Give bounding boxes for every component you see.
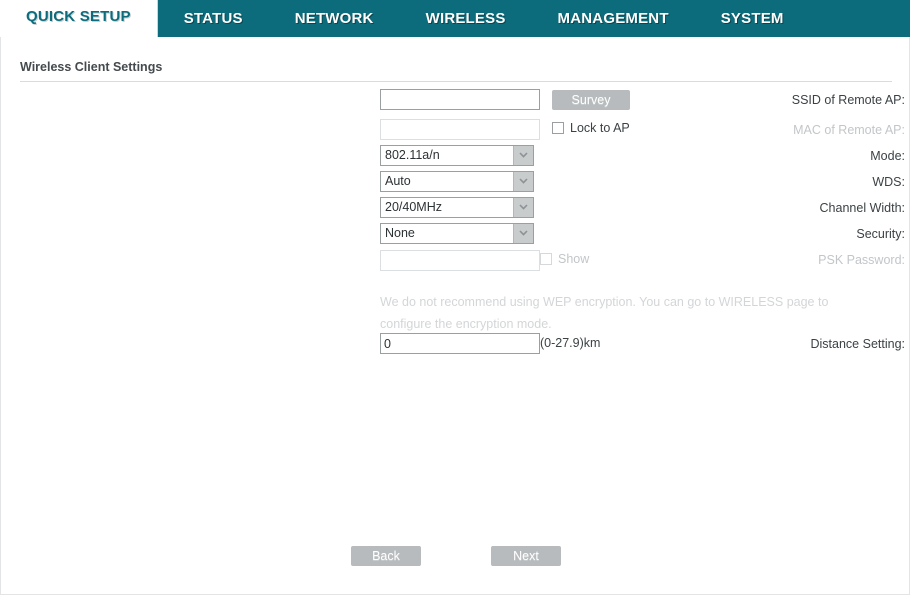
show-password-label: Show [558,252,589,266]
survey-button-label: Survey [572,93,611,107]
tab-wireless-label: WIRELESS [426,10,506,27]
form-row-channel-width: Channel Width: 20/40MHz [1,197,910,223]
channel-width-select[interactable]: 20/40MHz [380,197,534,218]
mode-label: Mode: [537,145,910,167]
channel-width-label: Channel Width: [537,197,910,219]
ssid-input[interactable] [380,89,540,110]
security-label: Security: [537,223,910,245]
tab-management-label: MANAGEMENT [558,10,669,27]
next-button[interactable]: Next [491,546,561,566]
tab-status[interactable]: STATUS [158,0,269,37]
show-password-checkbox-box[interactable] [540,253,552,265]
tab-network-label: NETWORK [295,10,374,27]
form-row-warning: We do not recommend using WEP encryption… [1,276,910,333]
form-row-psk-password: PSK Password: Show [1,249,910,276]
main-navigation-bar: QUICK SETUP STATUS NETWORK WIRELESS MANA… [0,0,910,37]
back-button-label: Back [372,549,400,563]
tab-system[interactable]: SYSTEM [695,0,810,37]
wireless-client-settings-form: SSID of Remote AP: Survey MAC of Remote … [1,89,910,359]
show-password-checkbox[interactable]: Show [540,252,589,266]
form-row-mac: MAC of Remote AP: Lock to AP [1,119,910,145]
wds-select[interactable]: Auto [380,171,534,192]
wds-select-value: Auto [385,172,411,191]
lock-to-ap-checkbox-box[interactable] [552,122,564,134]
chevron-down-icon[interactable] [513,146,533,165]
back-button[interactable]: Back [351,546,421,566]
chevron-down-icon[interactable] [513,224,533,243]
next-button-label: Next [513,549,539,563]
wep-warning-text: We do not recommend using WEP encryption… [380,291,880,335]
section-divider [20,81,892,82]
tab-quick-setup-label: QUICK SETUP [26,8,131,25]
chevron-down-icon[interactable] [513,172,533,191]
security-select-value: None [385,224,415,243]
form-action-bar: Back Next [1,546,910,566]
survey-button[interactable]: Survey [552,90,630,110]
tab-status-label: STATUS [184,10,243,27]
lock-to-ap-checkbox[interactable]: Lock to AP [552,121,630,135]
lock-to-ap-label: Lock to AP [570,121,630,135]
psk-password-input[interactable] [380,250,540,271]
mode-select-value: 802.11a/n [385,146,440,165]
wds-label: WDS: [537,171,910,193]
security-select[interactable]: None [380,223,534,244]
distance-setting-input[interactable] [380,333,540,354]
form-row-distance-setting: Distance Setting: (0-27.9)km [1,333,910,359]
form-row-wds: WDS: Auto [1,171,910,197]
chevron-down-icon[interactable] [513,198,533,217]
page-content: Wireless Client Settings SSID of Remote … [0,37,910,595]
form-row-security: Security: None [1,223,910,249]
tab-wireless[interactable]: WIRELESS [400,0,532,37]
tab-system-label: SYSTEM [721,10,784,27]
mac-input[interactable] [380,119,540,140]
tab-network[interactable]: NETWORK [269,0,400,37]
mode-select[interactable]: 802.11a/n [380,145,534,166]
psk-password-label: PSK Password: [537,249,910,271]
page-title: Wireless Client Settings [20,60,162,74]
channel-width-select-value: 20/40MHz [385,198,442,217]
form-row-ssid: SSID of Remote AP: Survey [1,89,910,119]
form-row-mode: Mode: 802.11a/n [1,145,910,171]
tab-management[interactable]: MANAGEMENT [532,0,695,37]
distance-setting-hint: (0-27.9)km [540,333,600,354]
